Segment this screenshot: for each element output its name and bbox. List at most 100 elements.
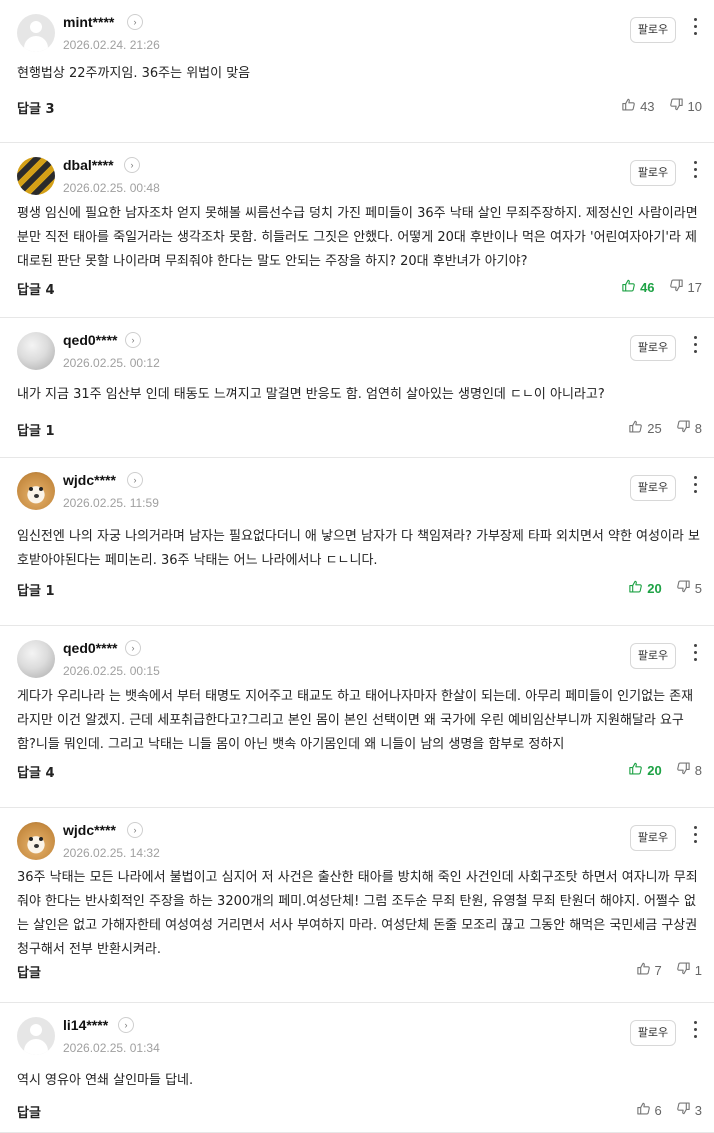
- like-count: 20: [647, 762, 662, 778]
- like-count: 25: [647, 420, 662, 436]
- dislike-button[interactable]: 8: [676, 761, 702, 779]
- reply-button[interactable]: 답글: [17, 1102, 41, 1121]
- username[interactable]: wjdc****: [63, 472, 116, 488]
- thumbs-up-icon: [636, 1101, 655, 1119]
- username[interactable]: li14****: [63, 1017, 108, 1033]
- comment-list: mint**** › 2026.02.24. 21:26 팔로우 현행법상 22…: [0, 0, 714, 1133]
- username[interactable]: qed0****: [63, 332, 117, 348]
- reply-button[interactable]: 답글 4: [17, 279, 55, 298]
- dislike-count: 8: [694, 762, 702, 778]
- comment-item: qed0**** › 2026.02.25. 00:15 팔로우 게다가 우리나…: [0, 626, 714, 808]
- thumbs-down-icon: [676, 579, 695, 597]
- more-options-icon[interactable]: [688, 640, 702, 670]
- like-count: 20: [647, 580, 662, 596]
- thumbs-down-icon: [669, 278, 688, 296]
- comment-date: 2026.02.25. 00:15: [63, 664, 160, 678]
- more-options-icon[interactable]: [688, 1017, 702, 1047]
- comment-date: 2026.02.25. 14:32: [63, 846, 160, 860]
- chevron-right-icon[interactable]: ›: [127, 822, 143, 838]
- comment-date: 2026.02.24. 21:26: [63, 38, 160, 52]
- dislike-button[interactable]: 5: [676, 579, 702, 597]
- chevron-right-icon[interactable]: ›: [125, 332, 141, 348]
- username[interactable]: dbal****: [63, 157, 114, 173]
- thumbs-up-icon: [621, 97, 640, 115]
- comment-item: li14**** › 2026.02.25. 01:34 팔로우 역시 영유아 …: [0, 1003, 714, 1133]
- more-options-icon[interactable]: [688, 822, 702, 852]
- more-options-icon[interactable]: [688, 14, 702, 44]
- like-button[interactable]: 43: [621, 97, 655, 115]
- dislike-button[interactable]: 8: [676, 419, 702, 437]
- comment-item: mint**** › 2026.02.24. 21:26 팔로우 현행법상 22…: [0, 0, 714, 143]
- more-options-icon[interactable]: [688, 157, 702, 187]
- username[interactable]: wjdc****: [63, 822, 116, 838]
- avatar[interactable]: [17, 822, 55, 860]
- more-options-icon[interactable]: [688, 472, 702, 502]
- follow-button[interactable]: 팔로우: [630, 1020, 676, 1046]
- avatar[interactable]: [17, 1017, 55, 1055]
- vote-buttons: 6 3: [636, 1101, 702, 1119]
- like-count: 7: [654, 962, 662, 978]
- thumbs-down-icon: [676, 1101, 695, 1119]
- follow-button[interactable]: 팔로우: [630, 825, 676, 851]
- chevron-right-icon[interactable]: ›: [127, 472, 143, 488]
- chevron-right-icon[interactable]: ›: [124, 157, 140, 173]
- avatar[interactable]: [17, 332, 55, 370]
- thumbs-up-icon: [628, 419, 647, 437]
- reply-button[interactable]: 답글: [17, 962, 41, 981]
- like-button[interactable]: 20: [628, 761, 662, 779]
- reply-button[interactable]: 답글 1: [17, 420, 55, 439]
- comment-item: dbal**** › 2026.02.25. 00:48 팔로우 평생 임신에 …: [0, 143, 714, 318]
- chevron-right-icon[interactable]: ›: [118, 1017, 134, 1033]
- dislike-count: 5: [694, 580, 702, 596]
- chevron-right-icon[interactable]: ›: [127, 14, 143, 30]
- avatar[interactable]: [17, 640, 55, 678]
- comment-date: 2026.02.25. 01:34: [63, 1041, 160, 1055]
- like-button[interactable]: 25: [628, 419, 662, 437]
- dislike-button[interactable]: 17: [669, 278, 702, 296]
- dislike-button[interactable]: 10: [669, 97, 702, 115]
- username[interactable]: qed0****: [63, 640, 117, 656]
- thumbs-up-icon: [628, 579, 647, 597]
- comment-date: 2026.02.25. 11:59: [63, 496, 159, 510]
- thumbs-down-icon: [676, 419, 695, 437]
- like-button[interactable]: 20: [628, 579, 662, 597]
- follow-button[interactable]: 팔로우: [630, 17, 676, 43]
- vote-buttons: 20 5: [628, 579, 702, 597]
- vote-buttons: 46 17: [621, 278, 702, 296]
- dislike-count: 10: [687, 98, 702, 114]
- avatar[interactable]: [17, 472, 55, 510]
- comment-text: 게다가 우리나라 는 뱃속에서 부터 태명도 지어주고 태교도 하고 태어나자마…: [17, 689, 694, 752]
- chevron-right-icon[interactable]: ›: [125, 640, 141, 656]
- thumbs-up-icon: [636, 961, 655, 979]
- reply-button[interactable]: 답글 1: [17, 580, 55, 599]
- follow-button[interactable]: 팔로우: [630, 160, 676, 186]
- comment-date: 2026.02.25. 00:48: [63, 181, 160, 195]
- thumbs-up-icon: [621, 278, 640, 296]
- dislike-count: 8: [694, 420, 702, 436]
- reply-button[interactable]: 답글 3: [17, 98, 55, 117]
- comment-item: qed0**** › 2026.02.25. 00:12 팔로우 내가 지금 3…: [0, 318, 714, 458]
- dislike-button[interactable]: 1: [676, 961, 702, 979]
- follow-button[interactable]: 팔로우: [630, 335, 676, 361]
- like-button[interactable]: 6: [636, 1101, 662, 1119]
- thumbs-down-icon: [676, 961, 695, 979]
- thumbs-down-icon: [669, 97, 688, 115]
- comment-date: 2026.02.25. 00:12: [63, 356, 160, 370]
- avatar[interactable]: [17, 14, 55, 52]
- username[interactable]: mint****: [63, 14, 114, 30]
- dislike-count: 3: [694, 1102, 702, 1118]
- like-count: 46: [640, 279, 655, 295]
- like-button[interactable]: 46: [621, 278, 655, 296]
- comment-text: 내가 지금 31주 임산부 인데 태동도 느껴지고 말걸면 반응도 함. 엄연히…: [17, 387, 605, 402]
- like-button[interactable]: 7: [636, 961, 662, 979]
- vote-buttons: 7 1: [636, 961, 702, 979]
- dislike-count: 17: [687, 279, 702, 295]
- avatar[interactable]: [17, 157, 55, 195]
- more-options-icon[interactable]: [688, 332, 702, 362]
- comment-item: wjdc**** › 2026.02.25. 11:59 팔로우 임신전엔 나의…: [0, 458, 714, 626]
- dislike-count: 1: [694, 962, 702, 978]
- follow-button[interactable]: 팔로우: [630, 643, 676, 669]
- dislike-button[interactable]: 3: [676, 1101, 702, 1119]
- reply-button[interactable]: 답글 4: [17, 762, 55, 781]
- follow-button[interactable]: 팔로우: [630, 475, 676, 501]
